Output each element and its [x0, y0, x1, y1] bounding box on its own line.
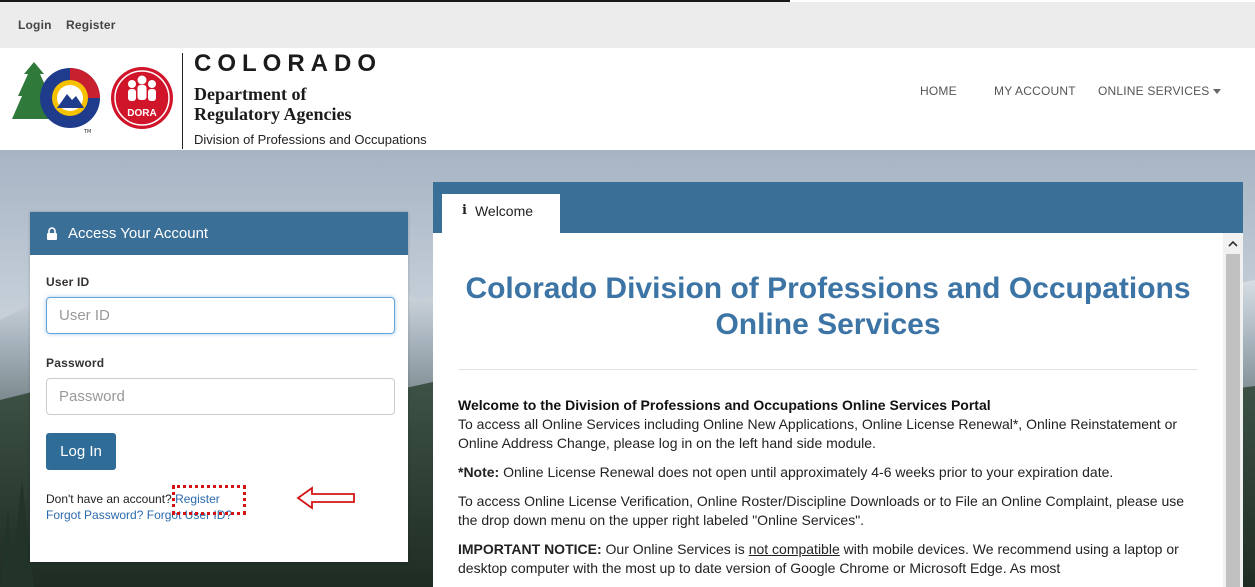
welcome-divider: [458, 369, 1198, 370]
tab-welcome[interactable]: i Welcome: [442, 194, 560, 233]
svg-text:TM: TM: [83, 129, 91, 135]
userid-label: User ID: [46, 275, 90, 289]
left-arrow-icon: [296, 486, 355, 510]
nav-online-services[interactable]: ONLINE SERVICES: [1098, 84, 1222, 98]
forgot-password-link[interactable]: Forgot Password?: [46, 508, 143, 522]
lock-icon: [47, 227, 57, 240]
login-panel-header: Access Your Account: [30, 212, 408, 255]
verify-paragraph: To access Online License Verification, O…: [458, 493, 1185, 528]
password-input[interactable]: [46, 378, 395, 415]
welcome-title: Colorado Division of Professions and Occ…: [465, 272, 1191, 341]
intro-heading: Welcome to the Division of Professions a…: [458, 397, 991, 413]
login-panel-title: Access Your Account: [68, 225, 209, 242]
password-label: Password: [46, 356, 105, 370]
welcome-content: Colorado Division of Professions and Occ…: [433, 233, 1223, 587]
tab-welcome-label: Welcome: [474, 203, 534, 219]
brand-dept-line1: Department of: [194, 84, 307, 104]
colorado-logo[interactable]: TM DORA: [12, 56, 182, 136]
welcome-scrollbar[interactable]: [1223, 233, 1243, 587]
nav-home[interactable]: HOME: [920, 84, 957, 98]
brand-department: Department of Regulatory Agencies: [194, 84, 351, 124]
brand-state: COLORADO: [194, 50, 382, 77]
welcome-panel: i Welcome Colorado Division of Professio…: [433, 182, 1243, 587]
brand-division: Division of Professions and Occupations: [194, 132, 427, 147]
login-form: User ID Password Log In Don't have an ac…: [30, 255, 408, 522]
note-paragraph: *Note: Online License Renewal does not o…: [458, 463, 1198, 482]
login-panel: Access Your Account User ID Password Log…: [30, 212, 408, 562]
util-login-link[interactable]: Login: [18, 18, 52, 32]
svg-text:DORA: DORA: [127, 108, 156, 119]
register-highlight-box: [172, 485, 246, 515]
important-label: IMPORTANT NOTICE:: [458, 541, 602, 557]
brand-dept-line2: Regulatory Agencies: [194, 104, 352, 124]
caret-down-icon: [1213, 89, 1222, 95]
logo-divider: [182, 53, 183, 149]
utility-bar: Login Register: [0, 2, 1255, 48]
scroll-thumb[interactable]: [1226, 254, 1240, 587]
note-text: Online License Renewal does not open unt…: [503, 464, 1114, 480]
important-underline: not compatible: [748, 541, 840, 557]
colorado-c-logo-icon: TM DORA: [12, 62, 173, 135]
register-line: Don't have an account? Register: [46, 485, 393, 515]
login-button[interactable]: Log In: [46, 433, 116, 470]
important-paragraph: IMPORTANT NOTICE: Our Online Services is…: [458, 540, 1198, 578]
info-icon: i: [462, 203, 467, 218]
note-label: *Note:: [458, 464, 500, 480]
util-register-link[interactable]: Register: [66, 18, 116, 32]
important-pre: Our Online Services is: [605, 541, 745, 557]
site-header: TM DORA COLORADO Department of Regulator…: [0, 48, 1255, 150]
userid-input[interactable]: [46, 297, 395, 334]
no-account-text: Don't have an account?: [46, 492, 172, 506]
nav-my-account[interactable]: MY ACCOUNT: [994, 84, 1076, 98]
scroll-up-arrow-icon[interactable]: [1223, 235, 1243, 251]
intro-text: To access all Online Services including …: [458, 416, 1178, 451]
welcome-tab-bar: i Welcome: [433, 182, 1243, 233]
nav-online-services-label: ONLINE SERVICES: [1098, 84, 1210, 98]
